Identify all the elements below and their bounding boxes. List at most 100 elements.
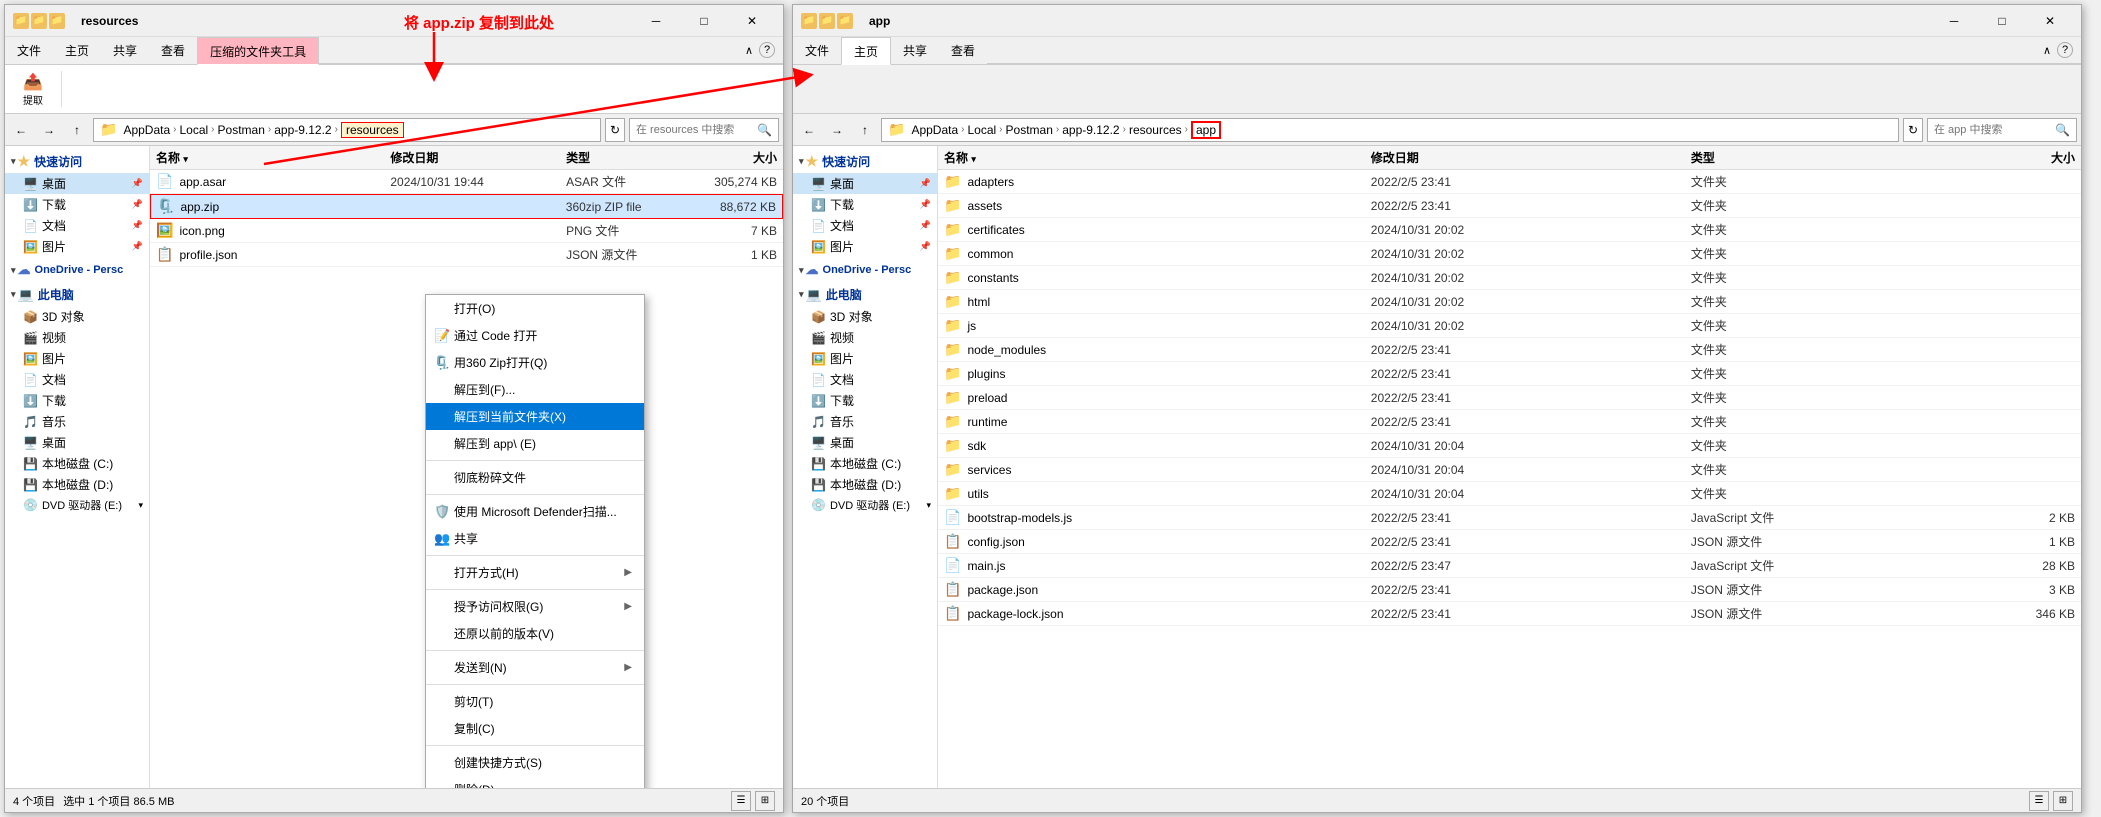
left-sidebar-item-downloads[interactable]: ⬇️ 下载 📌	[5, 194, 149, 215]
left-sidebar-item-desktop[interactable]: 🖥️ 桌面 📌	[5, 173, 149, 194]
left-tab-file[interactable]: 文件	[5, 37, 53, 64]
right-ribbon-expand[interactable]: ∧	[2043, 44, 2051, 57]
right-col-name-header[interactable]: 名称 ▾	[944, 149, 1371, 166]
right-back-button[interactable]: ←	[797, 118, 821, 142]
right-ribbon-help[interactable]: ?	[2057, 42, 2073, 58]
left-search-input[interactable]	[636, 124, 757, 136]
ctx-code[interactable]: 📝通过 Code 打开	[426, 322, 644, 349]
right-col-type-header[interactable]: 类型	[1691, 149, 1904, 166]
right-file-row-assets[interactable]: 📁assets 2022/2/5 23:41 文件夹	[938, 194, 2081, 218]
left-sidebar-video[interactable]: 🎬视频	[5, 327, 149, 348]
right-path-resources[interactable]: resources	[1129, 123, 1182, 137]
ctx-send-to[interactable]: 发送到(N)▶	[426, 654, 644, 681]
right-file-row-constants[interactable]: 📁constants 2024/10/31 20:02 文件夹	[938, 266, 2081, 290]
right-sidebar-desktop2[interactable]: 🖥️桌面	[793, 432, 937, 453]
left-sidebar-item-documents[interactable]: 📄 文档 📌	[5, 215, 149, 236]
left-thispc-header[interactable]: ▾ 💻 此电脑	[5, 283, 149, 306]
left-col-type-header[interactable]: 类型	[566, 149, 683, 166]
left-minimize-button[interactable]: ─	[633, 6, 679, 36]
left-col-name-header[interactable]: 名称 ▾	[156, 149, 390, 166]
right-refresh-button[interactable]: ↻	[1903, 118, 1923, 142]
right-file-row-adapters[interactable]: 📁adapters 2022/2/5 23:41 文件夹	[938, 170, 2081, 194]
ctx-extract-here[interactable]: 解压到当前文件夹(X)	[426, 403, 644, 430]
right-tab-home[interactable]: 主页	[841, 37, 891, 65]
left-ribbon-help[interactable]: ?	[759, 42, 775, 58]
right-minimize-button[interactable]: ─	[1931, 6, 1977, 36]
right-sidebar-item-downloads[interactable]: ⬇️ 下载 📌	[793, 194, 937, 215]
right-view-btn-list[interactable]: ☰	[2029, 791, 2049, 811]
ctx-copy[interactable]: 复制(C)	[426, 715, 644, 742]
right-file-row-packagejson[interactable]: 📋package.json 2022/2/5 23:41 JSON 源文件 3 …	[938, 578, 2081, 602]
right-search-box[interactable]: 🔍	[1927, 118, 2077, 142]
left-search-box[interactable]: 🔍	[629, 118, 779, 142]
left-file-row-iconpng[interactable]: 🖼️icon.png PNG 文件 7 KB	[150, 219, 783, 243]
right-file-row-node-modules[interactable]: 📁node_modules 2022/2/5 23:41 文件夹	[938, 338, 2081, 362]
left-tab-zip[interactable]: 压缩的文件夹工具	[197, 37, 319, 65]
left-path-postman[interactable]: Postman	[218, 123, 265, 137]
left-address-box[interactable]: 📁 AppData › Local › Postman › app-9.12.2…	[93, 118, 601, 142]
right-path-postman[interactable]: Postman	[1006, 123, 1053, 137]
right-file-row-js[interactable]: 📁js 2024/10/31 20:02 文件夹	[938, 314, 2081, 338]
right-sidebar-diskd[interactable]: 💾本地磁盘 (D:)	[793, 474, 937, 495]
ctx-extract-app[interactable]: 解压到 app\ (E)	[426, 430, 644, 457]
right-file-row-html[interactable]: 📁html 2024/10/31 20:02 文件夹	[938, 290, 2081, 314]
right-file-row-packagelockjson[interactable]: 📋package-lock.json 2022/2/5 23:41 JSON 源…	[938, 602, 2081, 626]
right-address-box[interactable]: 📁 AppData › Local › Postman › app-9.12.2…	[881, 118, 1899, 142]
right-onedrive-header[interactable]: ▾ ☁ OneDrive - Persc	[793, 259, 937, 281]
ctx-grant-access[interactable]: 授予访问权限(G)▶	[426, 593, 644, 620]
right-maximize-button[interactable]: □	[1979, 6, 2025, 36]
right-file-row-sdk[interactable]: 📁sdk 2024/10/31 20:04 文件夹	[938, 434, 2081, 458]
left-file-row-appasar[interactable]: 📄app.asar 2024/10/31 19:44 ASAR 文件 305,2…	[150, 170, 783, 194]
left-sidebar-quick-access-header[interactable]: ▾ ★ 快速访问	[5, 150, 149, 173]
right-sidebar-pictures2[interactable]: 🖼️图片	[793, 348, 937, 369]
right-path-local[interactable]: Local	[967, 123, 996, 137]
left-close-button[interactable]: ✕	[729, 6, 775, 36]
right-thispc-header[interactable]: ▾ 💻 此电脑	[793, 283, 937, 306]
left-path-resources[interactable]: resources	[341, 122, 404, 138]
right-file-row-plugins[interactable]: 📁plugins 2022/2/5 23:41 文件夹	[938, 362, 2081, 386]
left-back-button[interactable]: ←	[9, 118, 33, 142]
left-sidebar-music[interactable]: 🎵音乐	[5, 411, 149, 432]
ctx-open-with[interactable]: 打开方式(H)▶	[426, 559, 644, 586]
right-sidebar-video[interactable]: 🎬视频	[793, 327, 937, 348]
right-sidebar-dl2[interactable]: ⬇️下载	[793, 390, 937, 411]
left-sidebar-diskd[interactable]: 💾本地磁盘 (D:)	[5, 474, 149, 495]
left-sidebar-dvd[interactable]: 💿DVD 驱动器 (E:)▾	[5, 495, 149, 515]
left-col-date-header[interactable]: 修改日期	[390, 149, 566, 166]
left-up-button[interactable]: ↑	[65, 118, 89, 142]
left-ribbon-btn-extract[interactable]: 📤 提取	[13, 67, 53, 112]
left-sidebar-item-pictures[interactable]: 🖼️ 图片 📌	[5, 236, 149, 257]
left-ribbon-expand[interactable]: ∧	[745, 44, 753, 57]
right-sidebar-quick-access-header[interactable]: ▾ ★ 快速访问	[793, 150, 937, 173]
left-path-local[interactable]: Local	[179, 123, 208, 137]
right-sidebar-docs2[interactable]: 📄文档	[793, 369, 937, 390]
left-view-btn-grid[interactable]: ⊞	[755, 791, 775, 811]
right-sidebar-music[interactable]: 🎵音乐	[793, 411, 937, 432]
right-sidebar-diskc[interactable]: 💾本地磁盘 (C:)	[793, 453, 937, 474]
left-maximize-button[interactable]: □	[681, 6, 727, 36]
right-col-date-header[interactable]: 修改日期	[1371, 149, 1691, 166]
left-tab-home[interactable]: 主页	[53, 37, 101, 64]
left-view-btn-list[interactable]: ☰	[731, 791, 751, 811]
left-file-row-appzip[interactable]: 🗜️app.zip 360zip ZIP file 88,672 KB	[150, 194, 783, 219]
ctx-open[interactable]: 打开(O)	[426, 295, 644, 322]
right-sidebar-item-pictures[interactable]: 🖼️ 图片 📌	[793, 236, 937, 257]
ctx-defender[interactable]: 🛡️使用 Microsoft Defender扫描...	[426, 498, 644, 525]
right-path-appdata[interactable]: AppData	[911, 123, 958, 137]
right-search-input[interactable]	[1934, 124, 2055, 136]
right-file-row-mainjs[interactable]: 📄main.js 2022/2/5 23:47 JavaScript 文件 28…	[938, 554, 2081, 578]
right-sidebar-dvd[interactable]: 💿DVD 驱动器 (E:)▾	[793, 495, 937, 515]
left-col-size-header[interactable]: 大小	[683, 149, 777, 166]
left-sidebar-pictures2[interactable]: 🖼️图片	[5, 348, 149, 369]
ctx-create-shortcut[interactable]: 创建快捷方式(S)	[426, 749, 644, 776]
right-forward-button[interactable]: →	[825, 118, 849, 142]
right-file-row-common[interactable]: 📁common 2024/10/31 20:02 文件夹	[938, 242, 2081, 266]
ctx-cut[interactable]: 剪切(T)	[426, 688, 644, 715]
ctx-360zip[interactable]: 🗜️用360 Zip打开(Q)	[426, 349, 644, 376]
right-file-row-preload[interactable]: 📁preload 2022/2/5 23:41 文件夹	[938, 386, 2081, 410]
right-tab-file[interactable]: 文件	[793, 37, 841, 64]
ctx-share[interactable]: 👥共享	[426, 525, 644, 552]
right-sidebar-3d[interactable]: 📦3D 对象	[793, 306, 937, 327]
right-file-row-config[interactable]: 📋config.json 2022/2/5 23:41 JSON 源文件 1 K…	[938, 530, 2081, 554]
left-sidebar-docs2[interactable]: 📄文档	[5, 369, 149, 390]
